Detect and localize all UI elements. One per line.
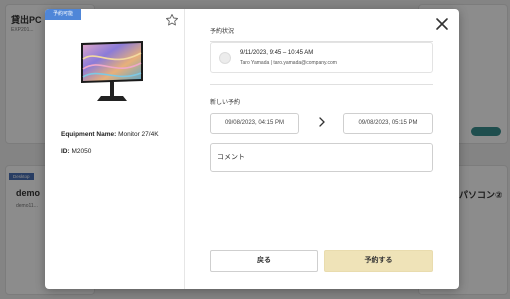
- equipment-id-value: M2050: [71, 148, 92, 155]
- existing-reservation-time: 9/11/2023, 9:45 – 10:45 AM: [240, 50, 314, 56]
- equipment-name-value: Monitor 27/4K: [118, 131, 159, 138]
- equipment-panel: 予約可能 Equipment Name: Monitor 27/4K ID: M…: [45, 9, 185, 289]
- end-datetime-input[interactable]: 09/08/2023, 05:15 PM: [343, 113, 433, 134]
- star-icon[interactable]: [165, 13, 179, 27]
- reservation-panel: 予約状況 9/11/2023, 9:45 – 10:45 AM Taro Yam…: [185, 9, 459, 289]
- back-button[interactable]: 戻る: [210, 250, 318, 272]
- reservation-status-label: 予約状況: [210, 29, 235, 35]
- chevron-right-icon: [319, 117, 325, 127]
- equipment-name-label: Equipment Name:: [61, 131, 117, 138]
- user-avatar-icon: [219, 52, 231, 64]
- equipment-name: Equipment Name: Monitor 27/4K: [61, 131, 159, 138]
- existing-reservation-user: Taro Yamada | taro.yamada@company.com: [240, 60, 337, 66]
- reserve-button[interactable]: 予約する: [324, 250, 433, 272]
- comment-field[interactable]: コメント: [210, 143, 433, 172]
- reservation-modal: 予約可能 Equipment Name: Monitor 27/4K ID: M…: [45, 9, 459, 289]
- new-reservation-label: 新しい予約: [210, 100, 241, 106]
- close-icon[interactable]: [435, 17, 449, 31]
- equipment-id: ID: M2050: [61, 148, 91, 155]
- availability-badge: 予約可能: [45, 9, 82, 20]
- start-datetime-input[interactable]: 09/08/2023, 04:15 PM: [210, 113, 299, 134]
- monitor-image: [81, 41, 143, 101]
- equipment-id-label: ID:: [61, 148, 70, 155]
- existing-reservation: 9/11/2023, 9:45 – 10:45 AM Taro Yamada |…: [210, 42, 433, 73]
- divider: [210, 84, 433, 85]
